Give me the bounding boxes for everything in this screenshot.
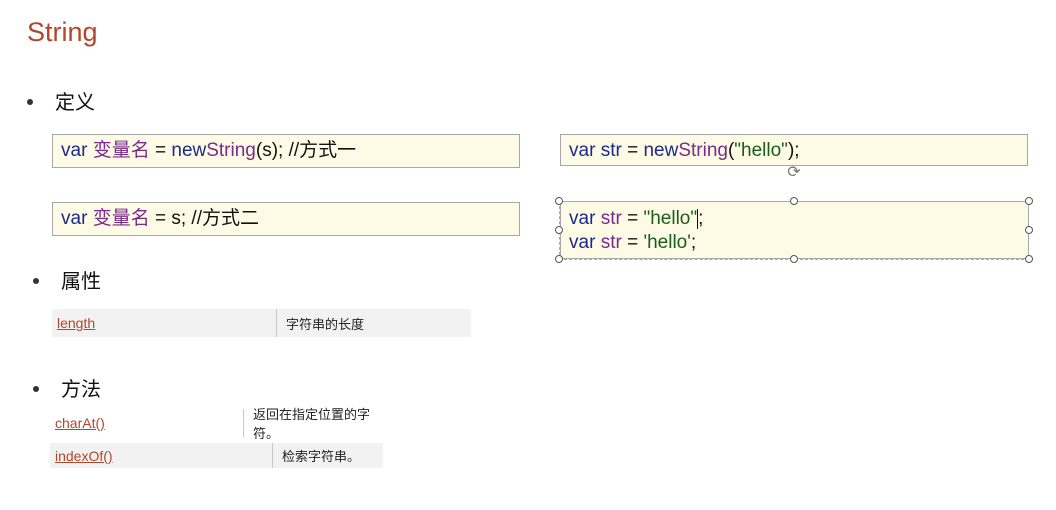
identifier-str: str — [600, 140, 622, 161]
methods-heading: 方法 — [61, 377, 101, 401]
code-line-1: var str = "hello"; — [569, 207, 1020, 231]
code-line-2: var str = 'hello'; — [569, 231, 1020, 255]
resize-handle-top-center[interactable] — [790, 197, 798, 205]
string-literal: "hello" — [643, 208, 698, 229]
bullet-properties: 属性 — [33, 267, 101, 295]
identifier-str: str — [600, 208, 622, 229]
bullet-dot — [27, 98, 33, 105]
identifier-str: str — [600, 232, 622, 253]
bullet-definition: 定义 — [27, 88, 95, 116]
properties-heading: 属性 — [61, 269, 101, 293]
keyword-new: new — [643, 140, 679, 161]
keyword-var: var — [61, 208, 88, 229]
method-description: 检索字符串。 — [272, 443, 383, 468]
code-box-example2[interactable]: var str = "hello"; var str = 'hello'; — [560, 201, 1029, 259]
resize-handle-bottom-center[interactable] — [790, 255, 798, 263]
keyword-var: var — [569, 208, 596, 229]
table-row: charAt() 返回在指定位置的字符。 — [50, 408, 383, 442]
comment: //方式一 — [288, 140, 357, 161]
method-link-charat[interactable]: charAt() — [50, 409, 243, 437]
resize-handle-top-left[interactable] — [555, 197, 563, 205]
operator-equals: = — [154, 140, 167, 161]
semicolon: ; — [690, 232, 697, 253]
bullet-dot — [33, 277, 39, 284]
resize-handle-middle-left[interactable] — [555, 226, 563, 234]
variable-name: 变量名 — [92, 208, 150, 229]
paren-close: ); — [787, 140, 800, 161]
table-row: indexOf() 检索字符串。 — [50, 443, 383, 468]
method-link-indexof[interactable]: indexOf() — [50, 443, 272, 468]
bullet-methods: 方法 — [33, 375, 101, 403]
keyword-var: var — [569, 232, 596, 253]
keyword-var: var — [569, 140, 596, 161]
keyword-new: new — [171, 140, 207, 161]
code-box-way1[interactable]: var 变量名 = newString(s); //方式一 — [52, 134, 520, 168]
resize-handle-bottom-left[interactable] — [555, 255, 563, 263]
comment: //方式二 — [191, 208, 259, 229]
assign-s: = s; — [154, 208, 187, 229]
property-link-length[interactable]: length — [52, 309, 276, 337]
class-string: String — [206, 140, 256, 161]
code-box-way2[interactable]: var 变量名 = s; //方式二 — [52, 202, 520, 236]
resize-handle-top-right[interactable] — [1025, 197, 1033, 205]
variable-name: 变量名 — [92, 140, 150, 161]
semicolon: ; — [698, 208, 704, 229]
method-description: 返回在指定位置的字符。 — [243, 408, 383, 442]
string-literal: "hello" — [734, 140, 788, 161]
args: (s); — [255, 140, 284, 161]
property-description: 字符串的长度 — [276, 309, 471, 337]
resize-handle-bottom-right[interactable] — [1025, 255, 1033, 263]
operator-equals: = — [627, 140, 639, 161]
rotate-handle-icon[interactable]: ⟳ — [786, 164, 802, 180]
bullet-dot — [33, 385, 39, 392]
operator-equals: = — [627, 208, 639, 229]
definition-heading: 定义 — [55, 90, 95, 114]
string-literal: 'hello' — [643, 232, 691, 253]
resize-handle-middle-right[interactable] — [1025, 226, 1033, 234]
class-string: String — [678, 140, 728, 161]
table-row: length 字符串的长度 — [52, 309, 471, 337]
slide-title: String — [27, 17, 98, 47]
keyword-var: var — [61, 140, 88, 161]
operator-equals: = — [627, 232, 639, 253]
